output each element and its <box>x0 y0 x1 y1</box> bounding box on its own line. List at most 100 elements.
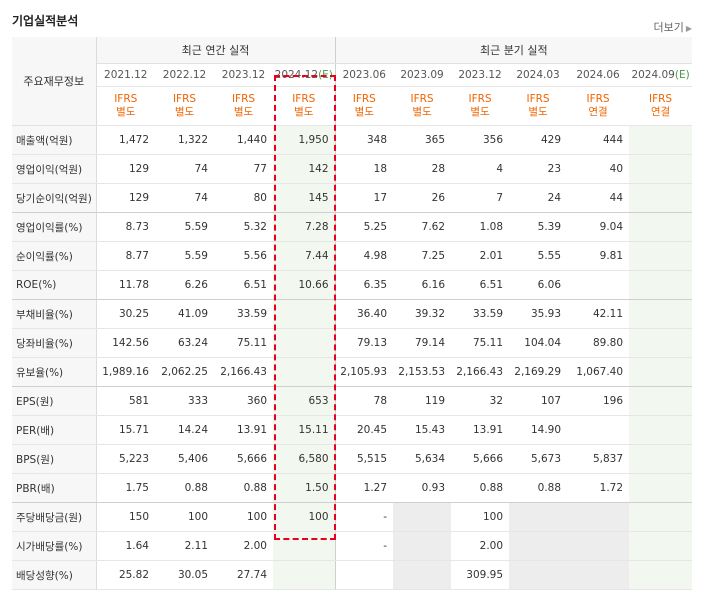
table-cell: 0.88 <box>451 473 510 503</box>
table-cell: 5.56 <box>214 241 273 271</box>
table-cell <box>567 415 630 445</box>
accounting-standard: IFRS 연결 <box>629 86 693 126</box>
table-cell: 356 <box>451 125 510 155</box>
table-cell: 7 <box>451 183 510 213</box>
table-cell: 17 <box>335 183 394 213</box>
period-header: 2024.09(E) <box>629 63 693 87</box>
table-cell: 78 <box>335 386 394 416</box>
table-cell: 0.88 <box>214 473 273 503</box>
table-cell: 104.04 <box>509 328 568 358</box>
table-cell: 1.50 <box>273 473 336 503</box>
table-cell: 0.93 <box>393 473 452 503</box>
table-cell: 6,580 <box>273 444 336 474</box>
table-cell: 9.04 <box>567 212 630 242</box>
period-header: 2024.06 <box>567 63 630 87</box>
table-cell <box>629 415 693 445</box>
table-cell <box>629 183 693 213</box>
table-cell: 7.25 <box>393 241 452 271</box>
table-cell: 10.66 <box>273 270 336 300</box>
table-cell <box>273 531 336 561</box>
table-cell: 20.45 <box>335 415 394 445</box>
table-cell <box>567 531 630 561</box>
table-cell: 2.00 <box>451 531 510 561</box>
table-cell <box>567 502 630 532</box>
table-cell: 5,666 <box>214 444 273 474</box>
table-cell: 2,169.29 <box>509 357 568 387</box>
table-cell: 74 <box>155 183 214 213</box>
chevron-right-icon: ▶ <box>685 24 692 33</box>
quarter-group-header: 최근 분기 실적 <box>335 37 693 64</box>
table-cell: - <box>335 531 394 561</box>
table-cell: 23 <box>509 154 568 184</box>
table-cell <box>393 531 452 561</box>
table-cell: 79.14 <box>393 328 452 358</box>
table-cell: 5.59 <box>155 241 214 271</box>
table-cell: 27.74 <box>214 560 273 590</box>
table-cell <box>273 560 336 590</box>
table-cell: 32 <box>451 386 510 416</box>
table-cell: 6.51 <box>451 270 510 300</box>
table-cell: 2,062.25 <box>155 357 214 387</box>
table-cell: 6.35 <box>335 270 394 300</box>
table-cell: 25.82 <box>96 560 155 590</box>
table-cell: 8.73 <box>96 212 155 242</box>
table-cell: 6.06 <box>509 270 568 300</box>
table-cell: 150 <box>96 502 155 532</box>
table-cell: 119 <box>393 386 452 416</box>
table-cell: 309.95 <box>451 560 510 590</box>
table-cell: 348 <box>335 125 394 155</box>
period-header: 2023.12 <box>214 63 273 87</box>
accounting-standard: IFRS 별도 <box>155 86 214 126</box>
table-cell: 1.64 <box>96 531 155 561</box>
table-cell: 333 <box>155 386 214 416</box>
table-row: 당기순이익(억원) 129 74 80 145 17 26 7 24 44 <box>12 183 693 213</box>
estimate-marker: (E) <box>674 69 690 81</box>
section-title: 기업실적분석 <box>12 14 79 28</box>
table-cell: 2,105.93 <box>335 357 394 387</box>
table-cell: 100 <box>273 502 336 532</box>
table-cell: 9.81 <box>567 241 630 271</box>
table-row: PBR(배) 1.75 0.88 0.88 1.50 1.27 0.93 0.88 0.88 1.… <box>12 473 693 503</box>
table-cell: 653 <box>273 386 336 416</box>
table-cell <box>629 531 693 561</box>
table-cell: 100 <box>451 502 510 532</box>
table-cell <box>335 560 394 590</box>
table-cell: 5.32 <box>214 212 273 242</box>
period-header: 2024.03 <box>509 63 568 87</box>
table-cell: 5,223 <box>96 444 155 474</box>
table-cell <box>629 270 693 300</box>
table-cell: 41.09 <box>155 299 214 329</box>
table-cell: 4.98 <box>335 241 394 271</box>
table-cell <box>629 328 693 358</box>
table-cell: 33.59 <box>214 299 273 329</box>
table-cell: 77 <box>214 154 273 184</box>
period-header: 2023.09 <box>393 63 452 87</box>
table-cell: 5,515 <box>335 444 394 474</box>
table-cell: - <box>335 502 394 532</box>
table-cell: 42.11 <box>567 299 630 329</box>
table-cell: 15.11 <box>273 415 336 445</box>
row-label: 영업이익(억원) <box>12 154 97 184</box>
table-cell: 444 <box>567 125 630 155</box>
row-label: 영업이익률(%) <box>12 212 97 242</box>
table-cell: 75.11 <box>214 328 273 358</box>
table-cell: 429 <box>509 125 568 155</box>
row-label: PBR(배) <box>12 473 97 503</box>
table-cell: 26 <box>393 183 452 213</box>
table-cell: 1.08 <box>451 212 510 242</box>
table-cell: 40 <box>567 154 630 184</box>
table-cell: 6.26 <box>155 270 214 300</box>
row-label: 당좌비율(%) <box>12 328 97 358</box>
table-cell: 581 <box>96 386 155 416</box>
more-link[interactable]: 더보기 ▶ <box>653 19 692 35</box>
table-cell <box>629 560 693 590</box>
table-cell <box>273 357 336 387</box>
table-cell: 1.27 <box>335 473 394 503</box>
table-cell: 15.71 <box>96 415 155 445</box>
table-row: EPS(원) 581 333 360 653 78 119 32 107 196 <box>12 386 693 416</box>
table-row: 당좌비율(%) 142.56 63.24 75.11 79.13 79.14 75.11 10… <box>12 328 693 358</box>
table-cell: 1,440 <box>214 125 273 155</box>
table-cell: 5,406 <box>155 444 214 474</box>
accounting-standard: IFRS 별도 <box>393 86 452 126</box>
table-cell: 7.44 <box>273 241 336 271</box>
